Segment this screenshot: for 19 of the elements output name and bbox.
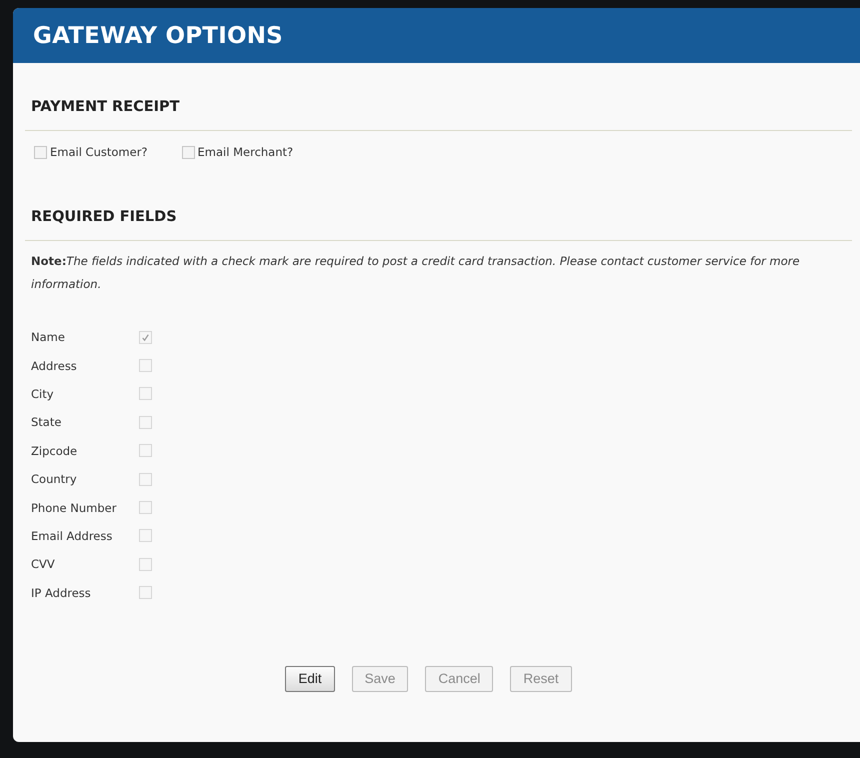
field-label: CVV [31,557,56,572]
window-title: GATEWAY OPTIONS [33,22,283,48]
field-label: Zipcode [31,444,78,458]
field-label: Address [31,358,78,373]
field-label: State [31,415,62,430]
field-label: IP Address [31,586,92,600]
field-label: Name [31,330,66,344]
checkbox-label: Email Customer? [50,145,148,159]
checkbox[interactable] [182,146,195,158]
field-label: Email Address [31,528,114,543]
action-button[interactable]: Edit [285,666,335,692]
field-label: Country [31,472,78,486]
note-text: Note:The fields indicated with a check mark are required to post a credit card transaction. Please contact customer service for more information. [31,253,801,293]
section-heading: REQUIRED FIELDS [30,208,178,227]
field-label: City [31,386,55,401]
field-label: Phone Number [31,500,118,515]
checkbox[interactable] [34,146,47,158]
checkbox-label: Email Merchant? [198,145,294,159]
section-heading: PAYMENT RECEIPT [30,98,181,117]
